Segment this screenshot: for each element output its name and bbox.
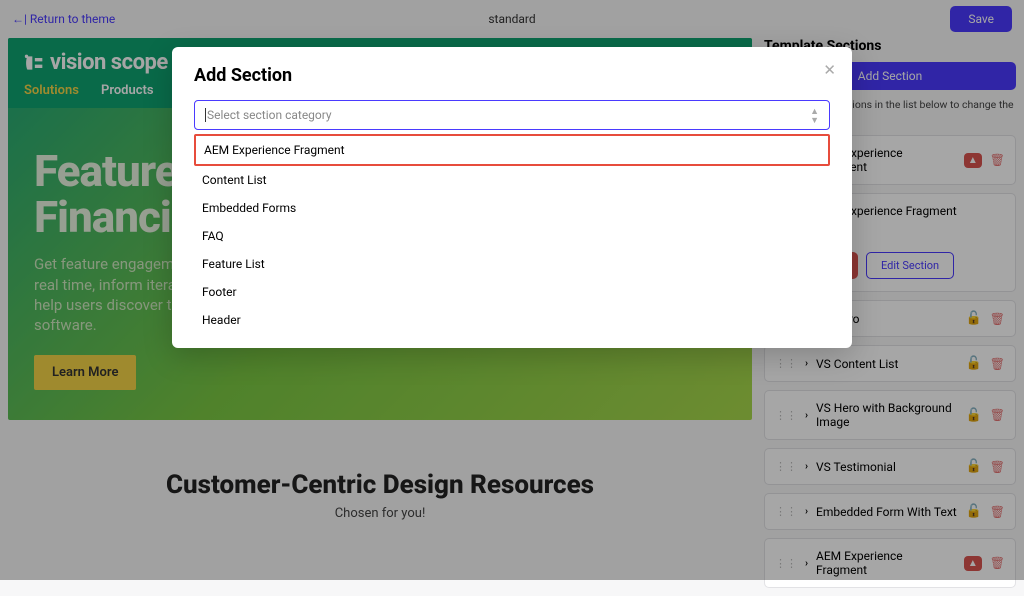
modal-title: Add Section bbox=[194, 65, 830, 86]
option-content-list[interactable]: Content List bbox=[194, 166, 830, 194]
select-placeholder: Select section category bbox=[205, 108, 332, 122]
add-section-modal: ✕ Add Section Select section category ▲▼… bbox=[172, 47, 852, 348]
option-header[interactable]: Header bbox=[194, 306, 830, 334]
option-faq[interactable]: FAQ bbox=[194, 222, 830, 250]
option-feature-list[interactable]: Feature List bbox=[194, 250, 830, 278]
select-caret-icon: ▲▼ bbox=[810, 108, 819, 126]
option-aem-experience-fragment[interactable]: AEM Experience Fragment bbox=[194, 134, 830, 166]
option-footer[interactable]: Footer bbox=[194, 278, 830, 306]
close-icon[interactable]: ✕ bbox=[823, 61, 836, 79]
category-select[interactable]: Select section category ▲▼ bbox=[194, 100, 830, 130]
category-options: AEM Experience Fragment Content List Emb… bbox=[194, 134, 830, 334]
option-embedded-forms[interactable]: Embedded Forms bbox=[194, 194, 830, 222]
